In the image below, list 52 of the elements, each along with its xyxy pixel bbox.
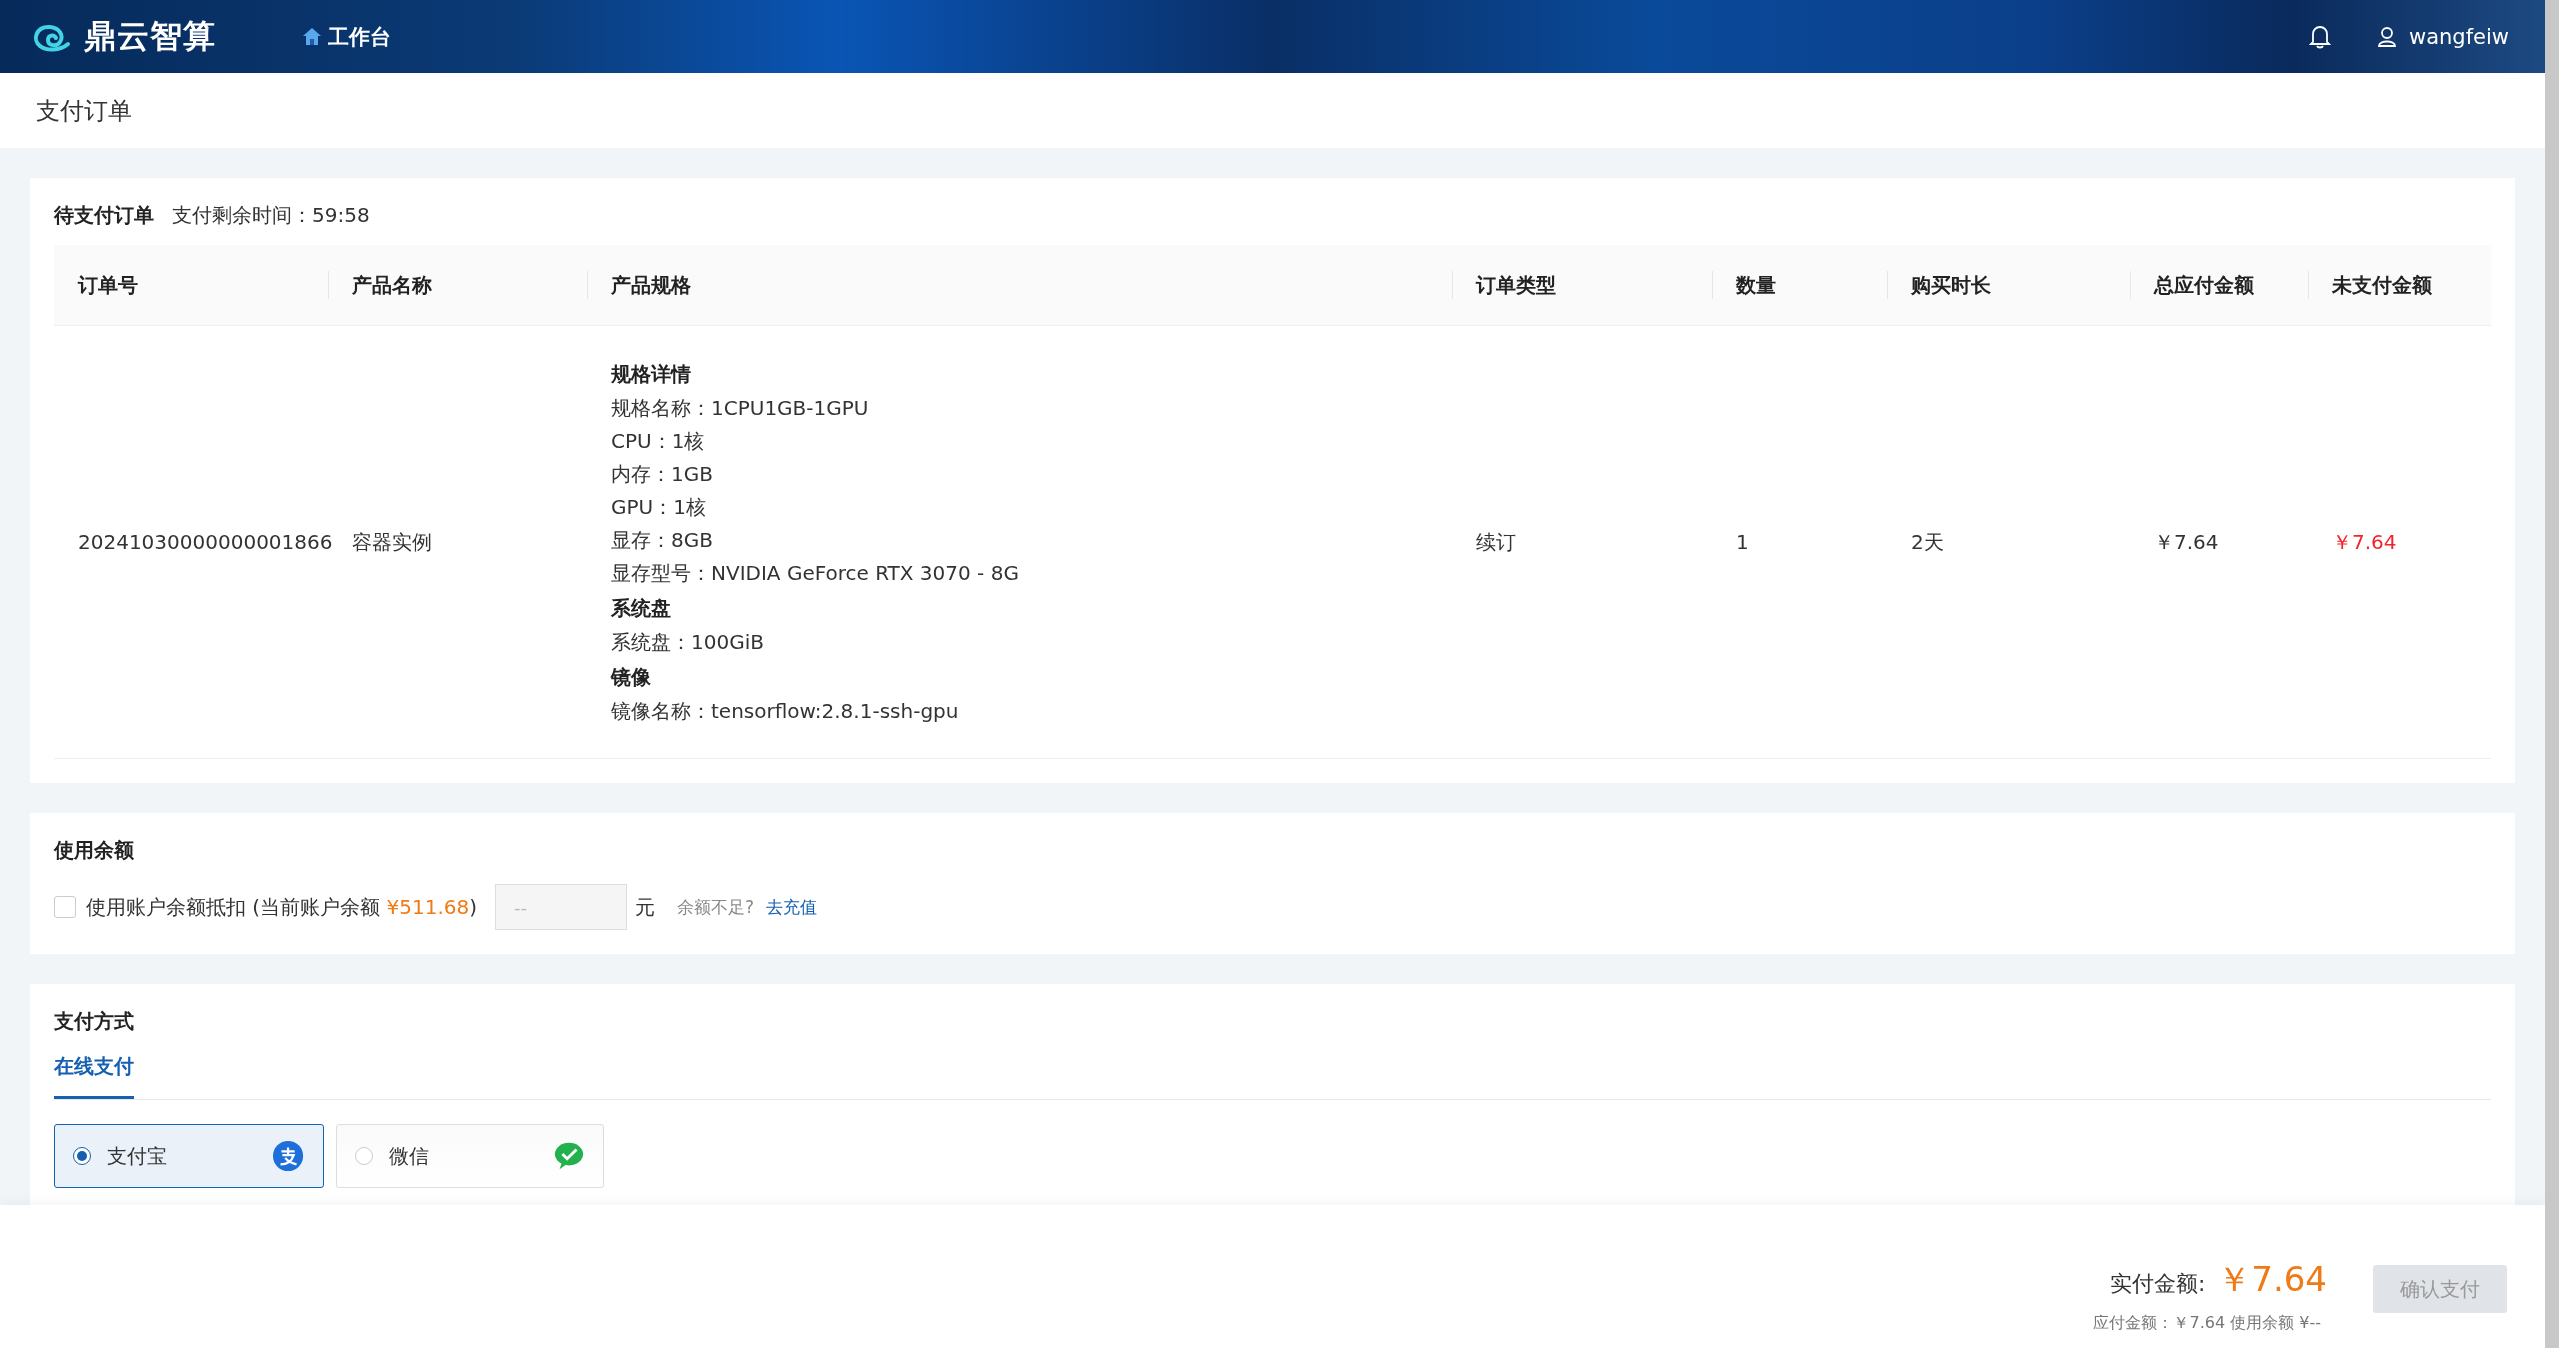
hint-text: 余额不足? xyxy=(677,895,755,919)
payment-option[interactable]: 微信 xyxy=(336,1124,604,1188)
spec-line: 内存：1GB xyxy=(611,461,713,488)
table-cell: ￥7.64 xyxy=(2130,326,2308,759)
payment-logo-icon xyxy=(273,1140,305,1172)
column-header: 购买时长 xyxy=(1887,245,2130,326)
payment-tab[interactable]: 在线支付 xyxy=(54,1053,134,1099)
radio-icon xyxy=(355,1147,373,1165)
column-header: 产品规格 xyxy=(587,245,1452,326)
column-header: 数量 xyxy=(1712,245,1887,326)
user-icon xyxy=(2377,25,2397,48)
spec-line: GPU：1核 xyxy=(611,494,706,521)
table-cell: 2天 xyxy=(1887,326,2130,759)
checkbox[interactable] xyxy=(54,896,76,918)
scrollbar[interactable] xyxy=(2545,0,2559,1348)
spec-heading: 镜像 xyxy=(611,664,651,691)
chat-check-icon xyxy=(553,1140,585,1172)
nav-item[interactable]: 工作台 xyxy=(296,18,397,55)
section-title: 待支付订单 xyxy=(54,202,154,229)
user-menu[interactable]: wangfeiw xyxy=(2371,23,2515,50)
column-header: 订单类型 xyxy=(1452,245,1712,326)
page-title: 支付订单 xyxy=(36,95,132,127)
spec-line: 镜像名称：tensorflow:2.8.1-ssh-gpu xyxy=(611,698,959,725)
column-header: 产品名称 xyxy=(328,245,587,326)
spec-heading: 规格详情 xyxy=(611,361,691,388)
countdown-text: 支付剩余时间：59:58 xyxy=(172,202,370,229)
section-title: 支付方式 xyxy=(54,1008,134,1035)
spec-line: CPU：1核 xyxy=(611,428,705,455)
spec-line: 规格名称：1CPU1GB-1GPU xyxy=(611,395,869,422)
home-icon xyxy=(302,27,322,46)
table-cell: 续订 xyxy=(1452,326,1712,759)
section-title: 使用余额 xyxy=(54,837,134,864)
spec-line: 显存：8GB xyxy=(611,527,713,554)
column-header: 未支付金额 xyxy=(2308,245,2491,326)
checkbox-label: 使用账户余额抵扣 (当前账户余额 ¥511.68) xyxy=(86,893,478,921)
spec-line: 系统盘：100GiB xyxy=(611,629,764,656)
table-cell: 1 xyxy=(1712,326,1887,759)
amount-label: 实付金额: xyxy=(2109,1270,2206,1298)
unit-label: 元 xyxy=(635,893,656,921)
spec-line: 显存型号：NVIDIA GeForce RTX 3070 - 8G xyxy=(611,560,1019,587)
radio-icon xyxy=(73,1147,91,1165)
table-cell: ￥7.64 xyxy=(2308,326,2491,759)
recharge-link[interactable]: 去充值 xyxy=(766,895,818,919)
amount-value: ￥7.64 xyxy=(2217,1258,2327,1301)
column-header: 总应付金额 xyxy=(2130,245,2308,326)
amount-input[interactable]: -- xyxy=(495,884,628,930)
column-header: 订单号 xyxy=(54,245,328,326)
bell-icon xyxy=(2309,24,2331,49)
payment-option[interactable]: 支付宝 xyxy=(54,1124,324,1188)
summary-text: 应付金额：￥7.64 使用余额 ¥-- xyxy=(2093,1313,2321,1334)
logo-text: 鼎云智算 xyxy=(84,15,216,57)
spec-heading: 系统盘 xyxy=(611,595,671,622)
